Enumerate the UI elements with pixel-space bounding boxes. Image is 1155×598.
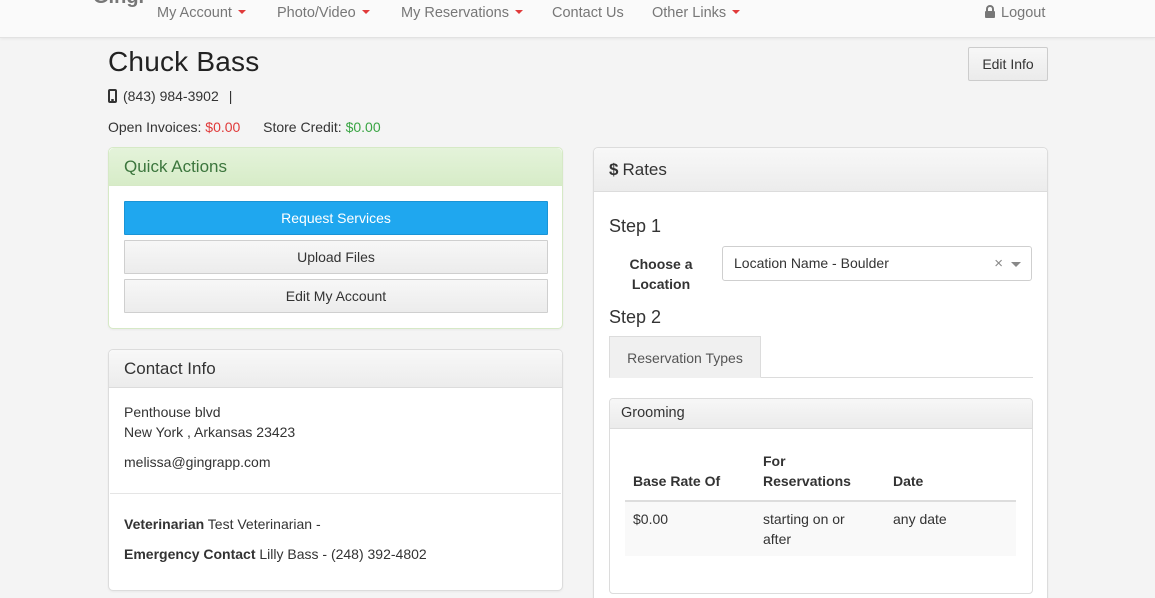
email-link[interactable]: melissa@gingrapp.com	[124, 454, 271, 470]
chevron-down-icon[interactable]	[1011, 262, 1021, 267]
upload-files-button[interactable]: Upload Files	[124, 240, 548, 274]
logout-link[interactable]: Logout	[984, 4, 1045, 22]
quick-actions-title: Quick Actions	[109, 148, 562, 186]
phone-number[interactable]: (843) 984-3902	[123, 88, 219, 104]
location-select[interactable]: Location Name - Boulder ×	[722, 246, 1032, 281]
top-navbar: Gingr My Account Photo/Video My Reservat…	[0, 0, 1155, 38]
address-line-2: New York , Arkansas 23423	[124, 424, 296, 440]
open-invoices-value: $0.00	[205, 119, 241, 135]
veterinarian-label: Veterinarian	[124, 516, 205, 532]
contact-info-title: Contact Info	[109, 350, 562, 388]
emergency-contact-label: Emergency Contact	[124, 546, 256, 562]
nav-contact-us-label: Contact Us	[552, 5, 624, 21]
nav-photo-video[interactable]: Photo/Video	[277, 4, 370, 22]
store-credit-label: Store Credit:	[263, 119, 342, 135]
cell-base-rate: $0.00	[633, 511, 669, 527]
separator: |	[228, 88, 233, 104]
caret-down-icon	[514, 10, 523, 15]
clear-icon[interactable]: ×	[994, 247, 1003, 280]
balances-row: Open Invoices: $0.00 Store Credit: $0.00	[108, 119, 381, 135]
nav-my-account[interactable]: My Account	[157, 4, 246, 22]
location-select-value: Location Name - Boulder	[734, 255, 889, 271]
cell-for-reservations: starting on or after	[763, 511, 845, 547]
header-base-rate: Base Rate Of	[633, 473, 721, 489]
cell-date: any date	[893, 511, 947, 527]
quick-actions-panel: Quick Actions Request Services Upload Fi…	[108, 147, 563, 329]
caret-down-icon	[237, 10, 246, 15]
caret-down-icon	[361, 10, 370, 15]
nav-contact-us[interactable]: Contact Us	[552, 4, 624, 22]
grooming-title: Grooming	[610, 399, 1032, 429]
logout-label: Logout	[1001, 5, 1046, 21]
veterinarian-row: Veterinarian Test Veterinarian -	[124, 516, 321, 532]
dollar-icon: $	[609, 160, 619, 179]
grooming-panel: Grooming Base Rate Of For Reservations D…	[609, 398, 1033, 594]
table-row: $0.00 starting on or after any date	[625, 502, 1016, 556]
phone-row: (843) 984-3902 |	[108, 88, 232, 104]
step-2-heading: Step 2	[609, 307, 662, 327]
contact-info-panel: Contact Info Penthouse blvd New York , A…	[108, 349, 563, 591]
nav-photo-video-label: Photo/Video	[277, 5, 356, 21]
divider	[110, 493, 561, 494]
rates-title: Rates	[622, 160, 667, 179]
lock-icon	[984, 5, 996, 18]
choose-location-label: Choose a Location	[629, 256, 693, 292]
address-line-1: Penthouse blvd	[124, 404, 221, 420]
veterinarian-value: Test Veterinarian -	[207, 516, 321, 532]
emergency-contact-value: Lilly Bass - (248) 392-4802	[259, 546, 427, 562]
tab-reservation-types[interactable]: Reservation Types	[609, 336, 761, 378]
rates-panel: $ Rates Step 1 Choose a Location Location…	[593, 147, 1048, 598]
open-invoices-label: Open Invoices:	[108, 119, 202, 135]
request-services-button[interactable]: Request Services	[124, 201, 548, 235]
step-1-heading: Step 1	[609, 216, 662, 236]
header-date: Date	[893, 473, 924, 489]
header-for-reservations: For Reservations	[763, 453, 851, 489]
nav-my-reservations-label: My Reservations	[401, 5, 509, 21]
nav-other-links[interactable]: Other Links	[652, 4, 741, 22]
emergency-contact-row: Emergency Contact Lilly Bass - (248) 392…	[124, 546, 427, 562]
mobile-phone-icon	[108, 89, 117, 103]
nav-my-reservations[interactable]: My Reservations	[401, 4, 523, 22]
nav-other-links-label: Other Links	[652, 5, 727, 21]
edit-my-account-button[interactable]: Edit My Account	[124, 279, 548, 313]
brand-logo[interactable]: Gingr	[93, 0, 143, 8]
store-credit-value: $0.00	[345, 119, 381, 135]
nav-my-account-label: My Account	[157, 5, 232, 21]
customer-name: Chuck Bass	[108, 46, 260, 77]
caret-down-icon	[732, 10, 741, 15]
rates-header: $ Rates	[594, 148, 1047, 192]
edit-info-button[interactable]: Edit Info	[968, 47, 1048, 81]
